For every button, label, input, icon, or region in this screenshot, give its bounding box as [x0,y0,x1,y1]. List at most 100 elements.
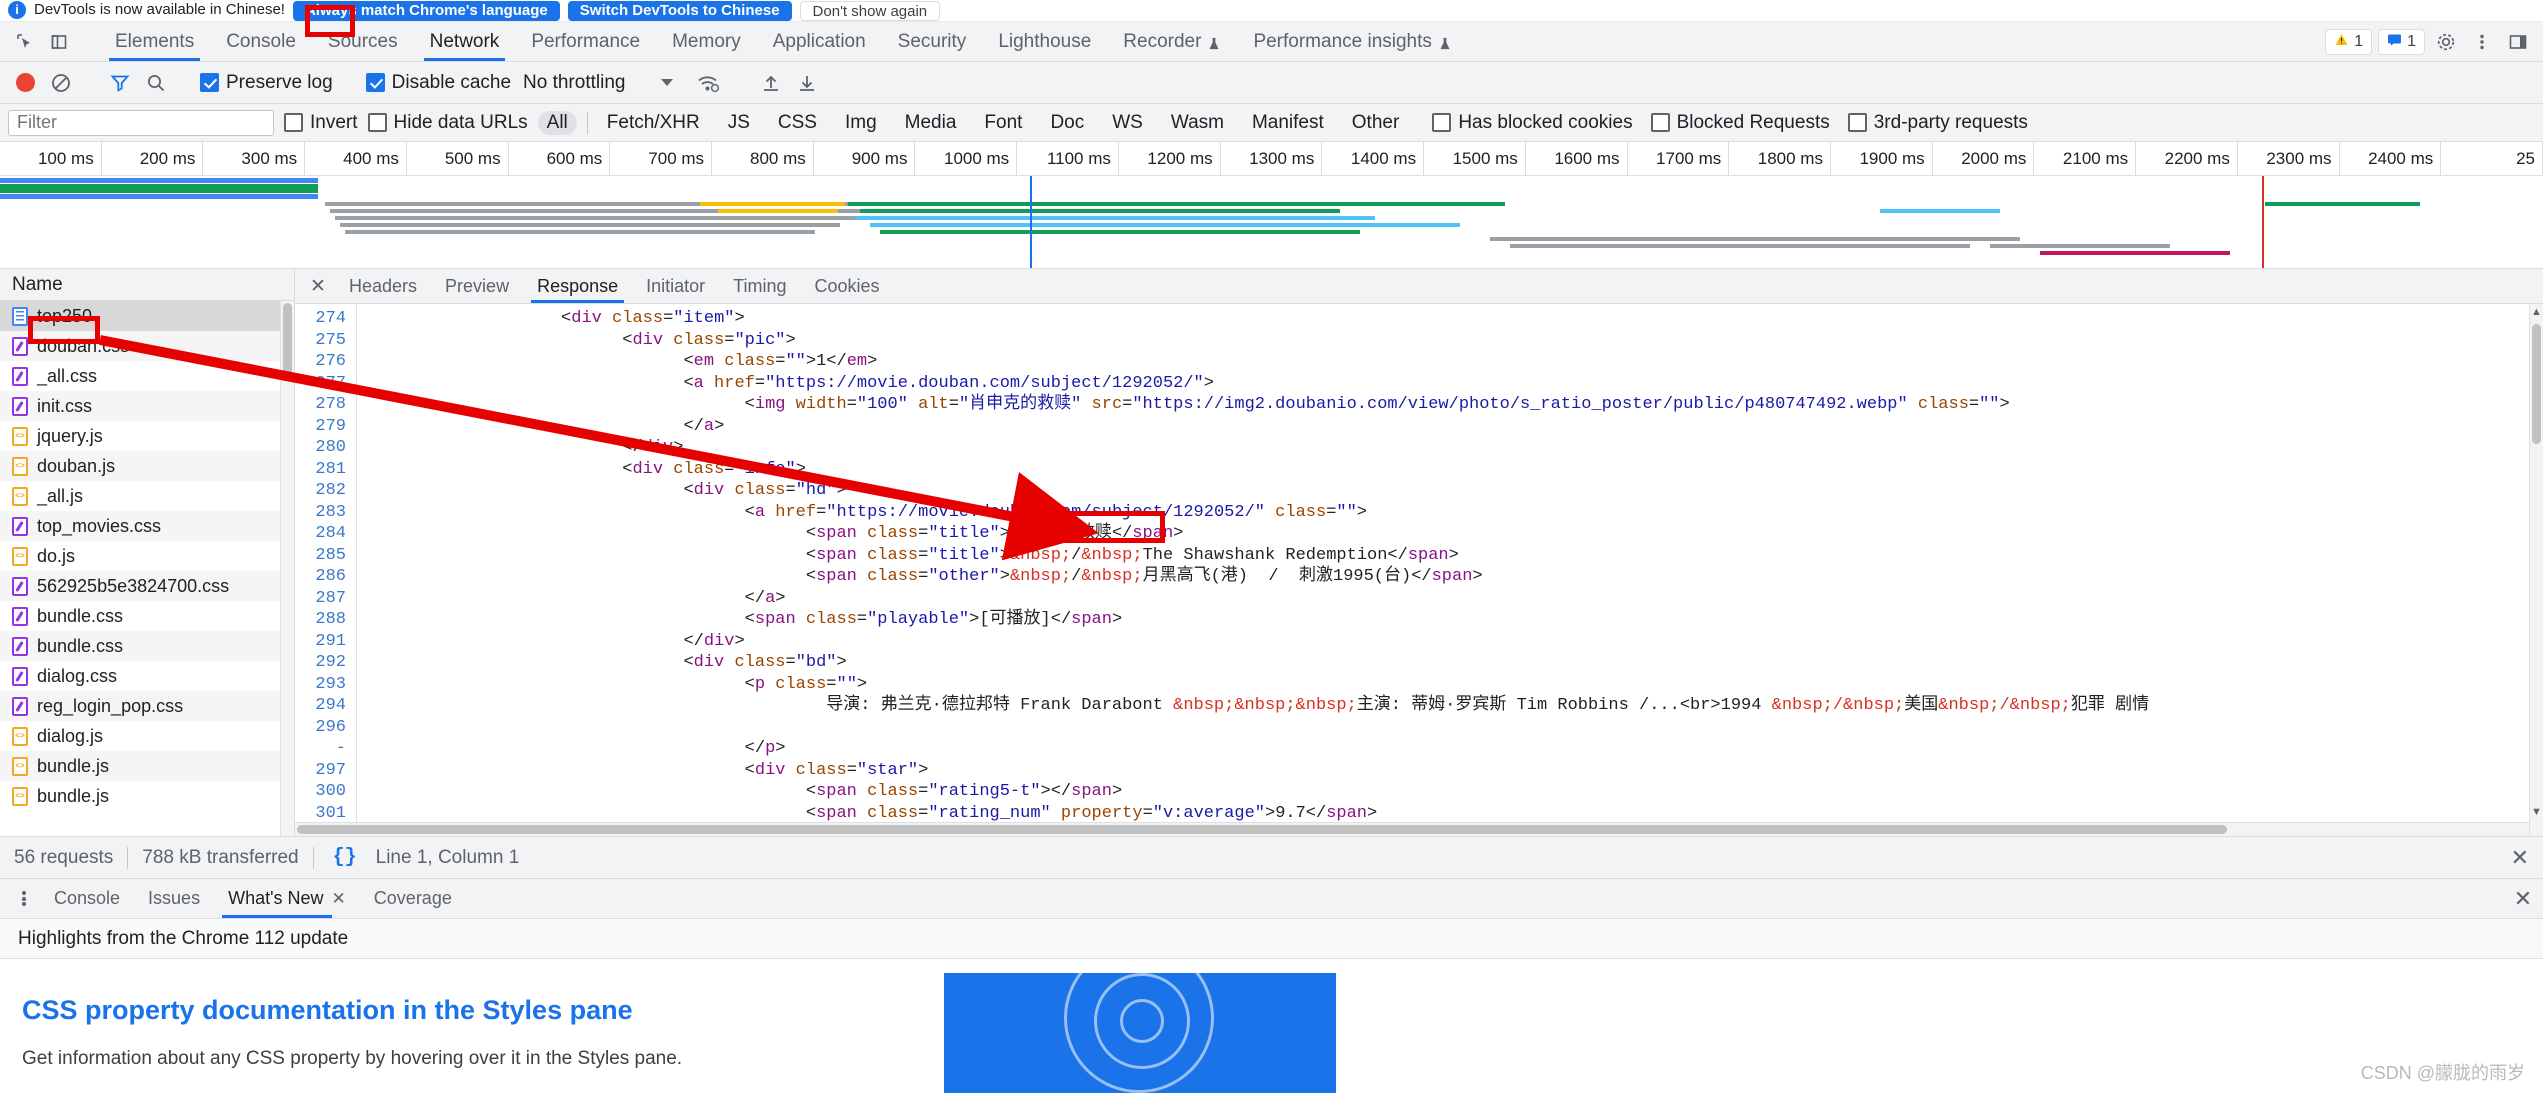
dock-side-icon[interactable] [2503,27,2533,57]
filter-type-fetchxhr[interactable]: Fetch/XHR [598,111,709,135]
code-line[interactable]: <p class=""> [357,674,2543,696]
request-row[interactable]: _all.js [0,481,294,511]
request-row[interactable]: do.js [0,541,294,571]
filter-type-manifest[interactable]: Manifest [1243,111,1333,135]
scrollbar-thumb[interactable] [283,303,292,377]
code-line[interactable]: <span class="playable">[可播放]</span> [357,609,2543,631]
dont-show-again-button[interactable]: Don't show again [799,0,941,21]
gear-icon[interactable] [2431,27,2461,57]
code-line[interactable]: <span class="title">&nbsp;/&nbsp;The Sha… [357,545,2543,567]
code-line[interactable]: <span class="rating5-t"></span> [357,781,2543,803]
pretty-print-icon[interactable]: {} [328,845,362,870]
code-line[interactable]: <div class="item"> [357,308,2543,330]
code-line[interactable]: <a href="https://movie.douban.com/subjec… [357,502,2543,524]
code-line[interactable]: <div class="star"> [357,760,2543,782]
tab-network[interactable]: Network [414,22,516,61]
tab-elements[interactable]: Elements [99,22,210,61]
record-stop-icon[interactable] [10,68,40,98]
scrollbar-thumb[interactable] [297,825,2227,834]
request-row[interactable]: init.css [0,391,294,421]
code-line[interactable]: </div> [357,631,2543,653]
request-list-scrollbar[interactable] [280,301,294,836]
tab-sources[interactable]: Sources [312,22,414,61]
filter-type-all[interactable]: All [537,110,577,135]
code-line[interactable]: </div> [357,437,2543,459]
scroll-up-arrow[interactable]: ▲ [2530,306,2543,318]
drawer-tab-whats-new[interactable]: What's New ✕ [214,879,360,918]
code-horizontal-scrollbar[interactable] [295,822,2529,836]
drawer-tab-coverage[interactable]: Coverage [360,879,466,918]
filter-type-doc[interactable]: Doc [1041,111,1093,135]
network-conditions-icon[interactable] [693,68,723,98]
code-line[interactable]: <em class="">1</em> [357,351,2543,373]
code-line[interactable]: </a> [357,588,2543,610]
request-row[interactable]: jquery.js [0,421,294,451]
code-line[interactable]: <div class="info"> [357,459,2543,481]
invert-checkbox[interactable]: Invert [284,112,358,134]
always-match-language-button[interactable]: Always match Chrome's language [292,0,560,21]
request-row[interactable]: dialog.css [0,661,294,691]
details-tab-headers[interactable]: Headers [335,269,431,303]
network-overview[interactable]: 100 ms 200 ms 300 ms 400 ms 500 ms 600 ms 700 … [0,142,2543,269]
request-row[interactable]: dialog.js [0,721,294,751]
details-tab-preview[interactable]: Preview [431,269,523,303]
filter-type-media[interactable]: Media [896,111,966,135]
request-row[interactable]: reg_login_pop.css [0,691,294,721]
filter-type-ws[interactable]: WS [1103,111,1152,135]
code-line[interactable]: <div class="pic"> [357,330,2543,352]
hide-data-urls-checkbox[interactable]: Hide data URLs [367,112,528,134]
scrollbar-thumb[interactable] [2532,324,2541,445]
response-source-viewer[interactable]: 274 275 276 277 278 279 280 281 282 283 284 285 286 2… [295,304,2543,836]
details-tab-response[interactable]: Response [523,269,632,304]
request-row[interactable]: 562925b5e3824700.css [0,571,294,601]
tab-security[interactable]: Security [882,22,983,61]
close-icon[interactable]: ✕ [332,889,346,909]
details-tab-cookies[interactable]: Cookies [801,269,894,303]
drawer-tab-issues[interactable]: Issues [134,879,214,918]
has-blocked-cookies-checkbox[interactable]: Has blocked cookies [1432,112,1633,134]
request-row[interactable]: _all.css [0,361,294,391]
filter-type-other[interactable]: Other [1343,111,1409,135]
close-icon[interactable]: ✕ [301,269,335,303]
code-line[interactable]: <div class="hd"> [357,480,2543,502]
filter-type-css[interactable]: CSS [769,111,826,135]
warning-badge[interactable]: 1 [2325,28,2373,55]
clear-icon[interactable] [46,68,76,98]
request-row[interactable]: bundle.js [0,751,294,781]
details-tab-timing[interactable]: Timing [719,269,800,303]
inspect-cursor-icon[interactable] [10,27,40,57]
tab-memory[interactable]: Memory [656,22,757,61]
code-line[interactable]: <a href="https://movie.douban.com/subjec… [357,373,2543,395]
code-line[interactable]: <span class="other">&nbsp;/&nbsp;月黑高飞(港)… [357,566,2543,588]
code-line[interactable] [357,717,2543,739]
code-line[interactable]: <span class="title">肖申克的救赎</span> [357,523,2543,545]
code-line[interactable]: </a> [357,416,2543,438]
filter-type-img[interactable]: Img [836,111,886,135]
search-icon[interactable] [141,68,171,98]
request-row[interactable]: bundle.css [0,631,294,661]
request-row[interactable]: top_movies.css [0,511,294,541]
chevron-down-icon[interactable] [661,79,674,86]
message-badge[interactable]: 1 [2378,28,2425,55]
close-icon[interactable]: ✕ [2503,879,2543,918]
more-vertical-icon[interactable] [8,879,40,918]
more-vertical-icon[interactable] [2467,27,2497,57]
request-row[interactable]: douban.css [0,331,294,361]
filter-type-wasm[interactable]: Wasm [1162,111,1233,135]
scroll-down-arrow[interactable]: ▼ [2530,806,2543,818]
tab-recorder[interactable]: Recorder [1107,22,1237,61]
request-row[interactable]: bundle.js [0,781,294,811]
filter-type-font[interactable]: Font [975,111,1031,135]
filter-type-js[interactable]: JS [719,111,759,135]
filter-funnel-icon[interactable] [105,68,135,98]
close-icon[interactable]: ✕ [2511,845,2529,871]
waterfall-overview[interactable] [0,176,2543,268]
code-line[interactable]: <img width="100" alt="肖申克的救赎" src="https… [357,394,2543,416]
request-list-header[interactable]: Name [0,269,294,301]
request-row[interactable]: bundle.css [0,601,294,631]
request-row[interactable]: douban.js [0,451,294,481]
tab-lighthouse[interactable]: Lighthouse [982,22,1107,61]
response-code[interactable]: <div class="item"> <div class="pic"> <em… [357,304,2543,836]
disable-cache-checkbox[interactable]: Disable cache [365,72,511,94]
filter-input[interactable] [8,109,274,136]
